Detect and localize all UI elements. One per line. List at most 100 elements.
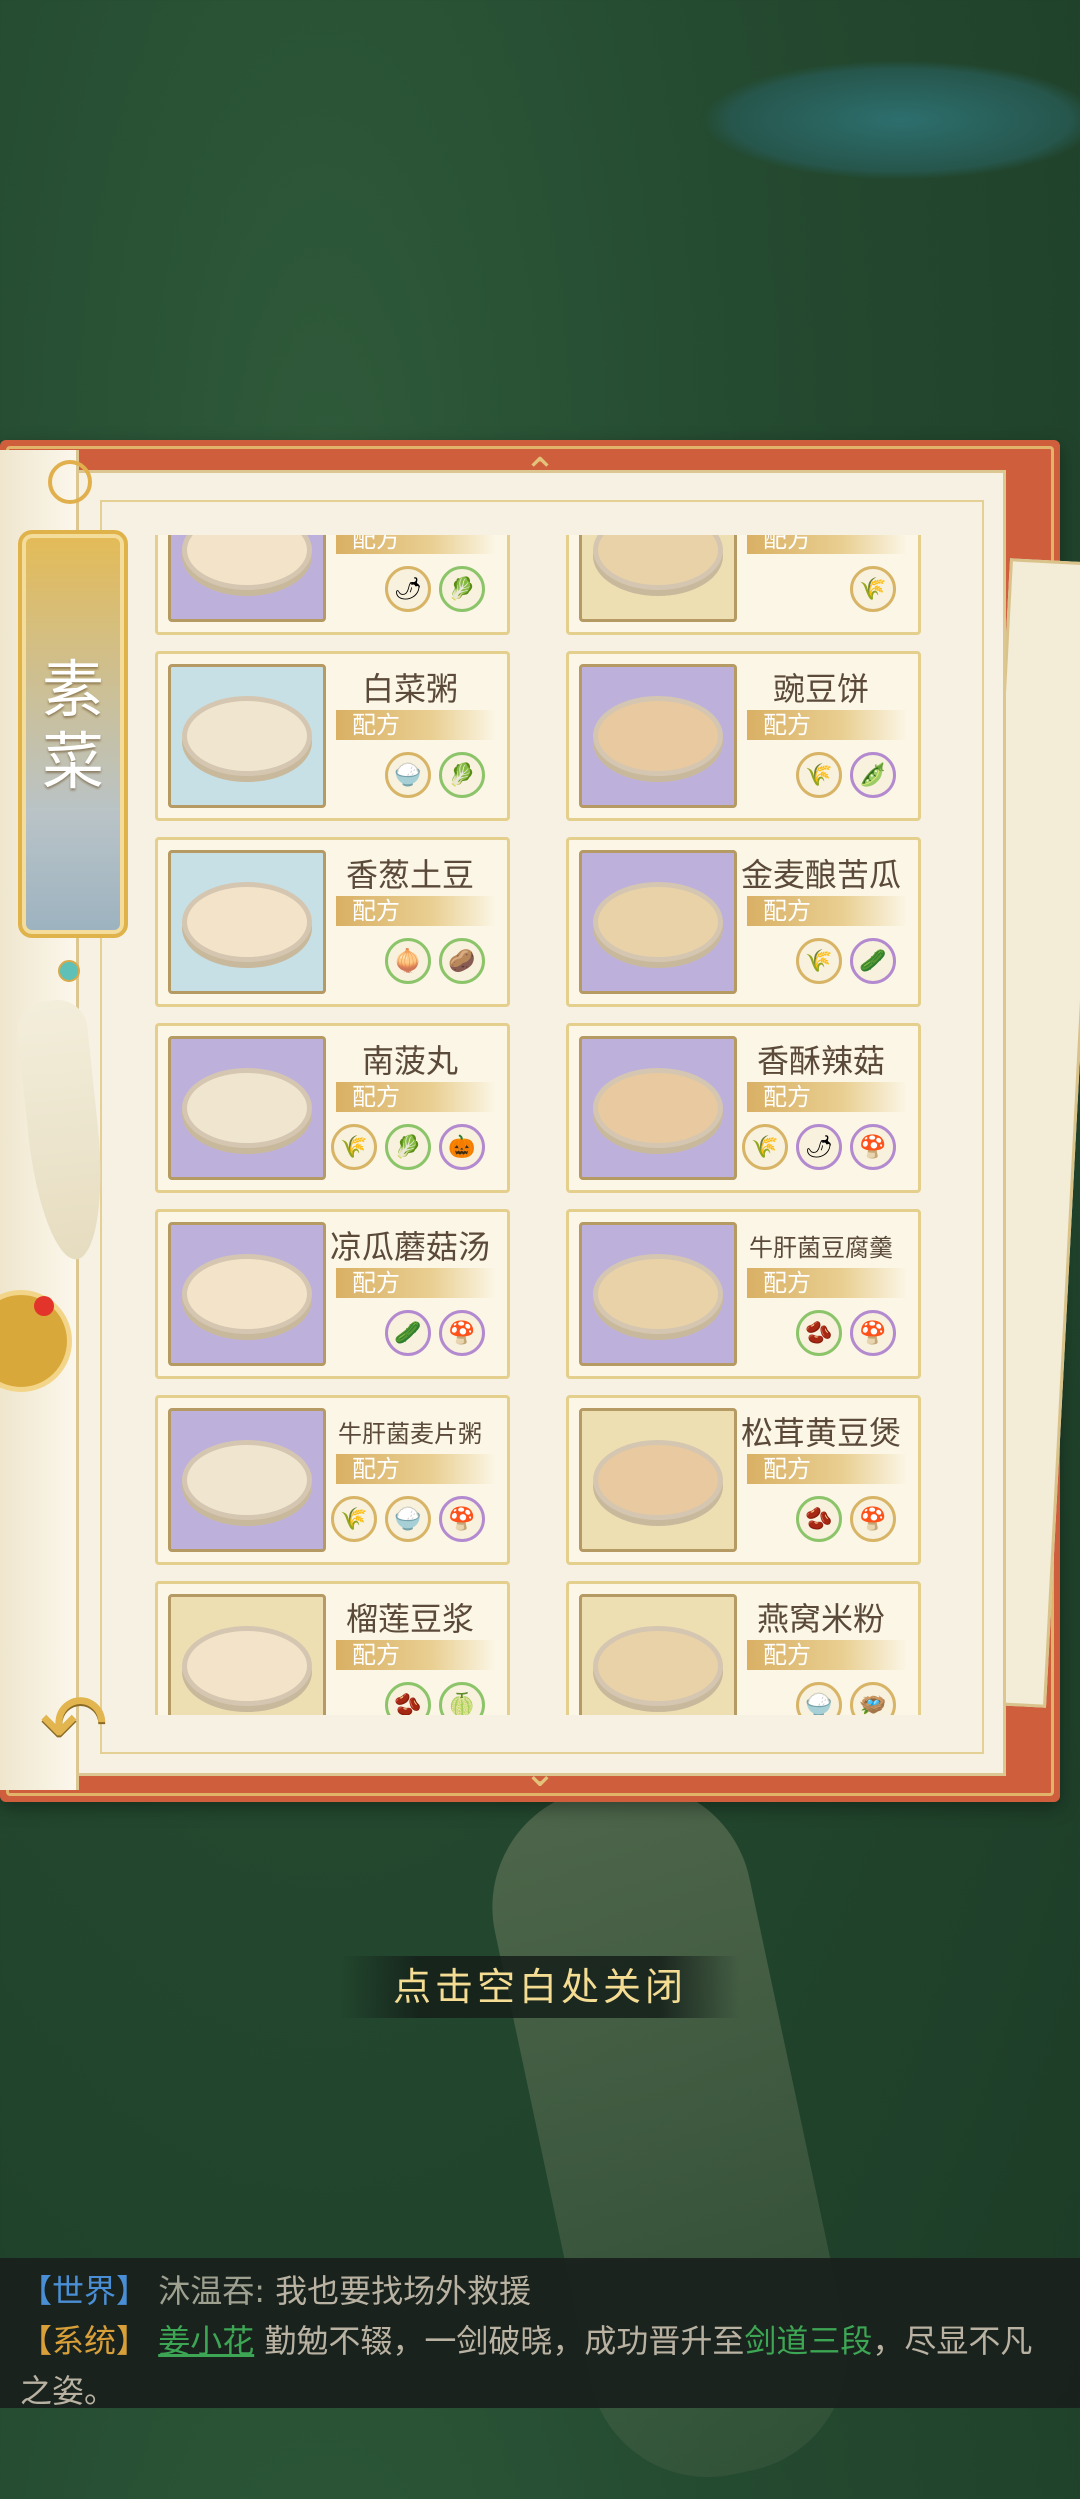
ingredient-icon[interactable]: 🍄 <box>439 1496 485 1542</box>
recipe-card[interactable]: 香葱土豆 配方 🧅 🥔 <box>155 837 510 1007</box>
ingredient-icon[interactable]: 🍄 <box>439 1310 485 1356</box>
recipe-card[interactable]: 白菜粥 配方 🍚 🥬 <box>155 651 510 821</box>
ingredient-list: 🌾 🫛 <box>569 752 918 804</box>
ingredient-icon[interactable]: 🧅 <box>385 938 431 984</box>
ingredient-list: 🌾 🌶 🍄 <box>569 1124 918 1176</box>
recipe-card[interactable]: 配方 🌾 <box>566 535 921 635</box>
ingredient-icon[interactable]: 🍚 <box>796 1682 842 1715</box>
recipe-label: 配方 <box>747 1454 907 1484</box>
recipe-card[interactable]: 牛肝菌豆腐羹 配方 🫘 🍄 <box>566 1209 921 1379</box>
ingredient-icon[interactable]: 🫘 <box>796 1496 842 1542</box>
recipe-label: 配方 <box>336 1082 496 1112</box>
chat-channel-system: 【系统】 <box>20 2322 149 2360</box>
recipe-label: 配方 <box>336 1640 496 1670</box>
recipe-label: 配方 <box>747 1268 907 1298</box>
ingredient-list: 🫘 🍄 <box>569 1310 918 1362</box>
category-tab-vegetarian[interactable]: 素 菜 <box>18 530 128 938</box>
recipe-card[interactable]: 牛肝菌麦片粥 配方 🌾 🍚 🍄 <box>155 1395 510 1565</box>
chat-line-world: 【世界】 沐温吞: 我也要找场外救援 <box>20 2266 1060 2316</box>
recipe-label: 配方 <box>336 710 496 740</box>
ingredient-icon[interactable]: 🫛 <box>850 752 896 798</box>
ingredient-icon[interactable]: 🪺 <box>850 1682 896 1715</box>
recipe-name: 凉瓜蘑菇汤 <box>329 1228 490 1266</box>
ingredient-icon[interactable]: 🫘 <box>796 1310 842 1356</box>
recipe-card[interactable]: 南菠丸 配方 🌾 🥬 🎃 <box>155 1023 510 1193</box>
recipe-grid: 配方 🌶 🥬 配方 🌾 白菜粥 配方 🍚 🥬 豌豆饼 配方 🌾 🫛 香葱土豆 配方 🧅 🥔 金麦酿苦瓜 配方 🌾 🥒 南菠… <box>155 535 925 1715</box>
ingredient-icon[interactable]: 🌾 <box>331 1124 377 1170</box>
recipe-list[interactable]: 配方 🌶 🥬 配方 🌾 白菜粥 配方 🍚 🥬 豌豆饼 配方 🌾 🫛 香葱土豆 配方 🧅 🥔 金麦酿苦瓜 配方 🌾 🥒 南菠… <box>155 535 925 1715</box>
ingredient-icon[interactable]: 🥔 <box>439 938 485 984</box>
ingredient-icon[interactable]: 🌾 <box>850 566 896 612</box>
back-arrow-button[interactable]: ↶ <box>24 1684 124 1766</box>
ingredient-list: 🫘 🍈 <box>158 1682 507 1715</box>
scroll-up-icon[interactable]: ⌃ <box>510 453 570 493</box>
ingredient-icon[interactable]: 🌾 <box>796 752 842 798</box>
close-hint: 点击空白处关闭 <box>340 1956 740 2018</box>
recipe-name: 松茸黄豆煲 <box>740 1414 901 1452</box>
ingredient-icon[interactable]: 🍄 <box>850 1496 896 1542</box>
recipe-card[interactable]: 凉瓜蘑菇汤 配方 🥒 🍄 <box>155 1209 510 1379</box>
recipe-name: 香酥辣菇 <box>756 1042 885 1080</box>
recipe-label: 配方 <box>747 1640 907 1670</box>
recipe-label: 配方 <box>747 710 907 740</box>
ingredient-icon[interactable]: 🥬 <box>439 566 485 612</box>
recipe-label: 配方 <box>336 1268 496 1298</box>
ingredient-icon[interactable]: 🌶 <box>796 1124 842 1170</box>
recipe-card[interactable]: 配方 🌶 🥬 <box>155 535 510 635</box>
notification-dot <box>34 1296 54 1316</box>
chat-rank: 剑道三段 <box>744 2322 873 2360</box>
ingredient-icon[interactable]: 🎃 <box>439 1124 485 1170</box>
ingredient-icon[interactable]: 🫘 <box>385 1682 431 1715</box>
recipe-name: 牛肝菌麦片粥 <box>338 1420 482 1448</box>
ingredient-list: 🍚 🥬 <box>158 752 507 804</box>
recipe-card[interactable]: 香酥辣菇 配方 🌾 🌶 🍄 <box>566 1023 921 1193</box>
recipe-name: 香葱土豆 <box>345 856 474 894</box>
chat-speaker: 沐温吞: <box>158 2272 265 2310</box>
ingredient-list: 🫘 🍄 <box>569 1496 918 1548</box>
recipe-card[interactable]: 金麦酿苦瓜 配方 🌾 🥒 <box>566 837 921 1007</box>
recipe-card[interactable]: 燕窝米粉 配方 🍚 🪺 <box>566 1581 921 1715</box>
ingredient-list: 🌾 🥬 🎃 <box>158 1124 507 1176</box>
recipe-label: 配方 <box>747 896 907 926</box>
ingredient-icon[interactable]: 🌶 <box>385 566 431 612</box>
ingredient-icon[interactable]: 🌾 <box>796 938 842 984</box>
ingredient-icon[interactable]: 🥬 <box>439 752 485 798</box>
recipe-card[interactable]: 松茸黄豆煲 配方 🫘 🍄 <box>566 1395 921 1565</box>
ingredient-icon[interactable]: 🥒 <box>385 1310 431 1356</box>
scroll-down-icon[interactable]: ⌄ <box>510 1753 570 1793</box>
chat-message: 勤勉不辍，一剑破晓，成功晋升至 <box>264 2322 745 2360</box>
recipe-name: 南菠丸 <box>361 1042 458 1080</box>
map-river <box>700 60 1080 180</box>
recipe-name: 燕窝米粉 <box>756 1600 885 1638</box>
ingredient-list: 🌾 🍚 🍄 <box>158 1496 507 1548</box>
recipe-label: 配方 <box>747 1082 907 1112</box>
chat-panel[interactable]: 【世界】 沐温吞: 我也要找场外救援 【系统】 姜小花 勤勉不辍，一剑破晓，成功… <box>0 2258 1080 2410</box>
chat-player-link[interactable]: 姜小花 <box>158 2322 254 2360</box>
ingredient-icon[interactable]: 🥬 <box>385 1124 431 1170</box>
ingredient-list: 🧅 🥔 <box>158 938 507 990</box>
tag-ring-icon <box>48 460 92 504</box>
recipe-name: 豌豆饼 <box>772 670 869 708</box>
bead-ornament <box>58 960 80 982</box>
ingredient-icon[interactable]: 🍄 <box>850 1310 896 1356</box>
ingredient-icon[interactable]: 🍚 <box>385 752 431 798</box>
recipe-card[interactable]: 豌豆饼 配方 🌾 🫛 <box>566 651 921 821</box>
recipe-name: 金麦酿苦瓜 <box>740 856 901 894</box>
ingredient-icon[interactable]: 🌾 <box>742 1124 788 1170</box>
recipe-label: 配方 <box>336 896 496 926</box>
recipe-name: 榴莲豆浆 <box>345 1600 474 1638</box>
chat-message: 我也要找场外救援 <box>275 2272 532 2310</box>
recipe-label: 配方 <box>336 1454 496 1484</box>
ingredient-list: 🍚 🪺 <box>569 1682 918 1715</box>
chat-line-system: 【系统】 姜小花 勤勉不辍，一剑破晓，成功晋升至剑道三段，尽显不凡之姿。 <box>20 2316 1060 2416</box>
ingredient-icon[interactable]: 🍄 <box>850 1124 896 1170</box>
ingredient-icon[interactable]: 🍈 <box>439 1682 485 1715</box>
ingredient-icon[interactable]: 🍚 <box>385 1496 431 1542</box>
ingredient-list: 🥒 🍄 <box>158 1310 507 1362</box>
chat-channel-world: 【世界】 <box>20 2272 149 2310</box>
ingredient-list: 🌾 🥒 <box>569 938 918 990</box>
ingredient-icon[interactable]: 🌾 <box>331 1496 377 1542</box>
recipe-label: 配方 <box>336 535 496 554</box>
recipe-card[interactable]: 榴莲豆浆 配方 🫘 🍈 <box>155 1581 510 1715</box>
ingredient-icon[interactable]: 🥒 <box>850 938 896 984</box>
